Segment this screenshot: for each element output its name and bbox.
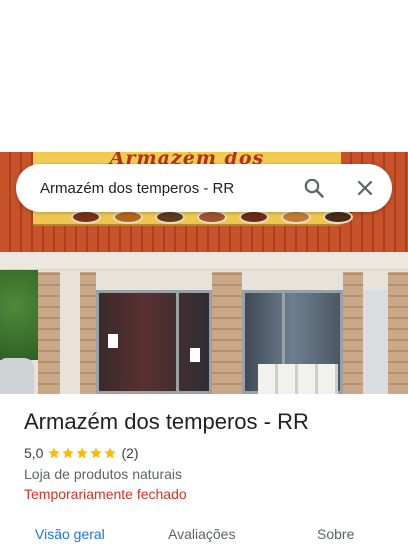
place-info-panel: Armazém dos temperos - RR 5,0 (2) Loja d… xyxy=(0,394,408,544)
photo-pillar xyxy=(388,272,408,394)
photo-plate xyxy=(239,210,269,224)
photo-car xyxy=(0,358,34,394)
photo-plate xyxy=(71,210,101,224)
search-icon[interactable] xyxy=(302,176,326,200)
photo-plate xyxy=(281,210,311,224)
star-icon xyxy=(90,447,103,459)
photo-pillar xyxy=(80,272,96,394)
star-icon xyxy=(62,447,75,459)
rating-value: 5,0 xyxy=(24,445,44,461)
photo-plate xyxy=(323,210,353,224)
photo-plate xyxy=(155,210,185,224)
star-icon xyxy=(48,447,61,459)
tab-reviews[interactable]: Avaliações xyxy=(168,525,235,543)
close-icon[interactable] xyxy=(353,176,377,200)
photo-tree xyxy=(0,270,38,360)
photo-plate xyxy=(113,210,143,224)
star-icon xyxy=(104,447,117,459)
photo-notice xyxy=(108,334,118,348)
photo-pillar xyxy=(343,272,363,394)
photo-sign-plates xyxy=(71,210,371,226)
photo-door-frame xyxy=(176,290,179,394)
photo-pillar xyxy=(212,272,242,394)
photo-lintel xyxy=(0,252,408,272)
place-status: Temporariamente fechado xyxy=(24,486,187,502)
photo-pillar xyxy=(38,272,60,394)
photo-sacks xyxy=(258,364,338,394)
rating-row[interactable]: 5,0 (2) xyxy=(24,444,139,462)
top-blank-area xyxy=(0,0,408,152)
review-count[interactable]: (2) xyxy=(121,445,138,461)
rating-stars xyxy=(47,446,117,460)
photo-plate xyxy=(197,210,227,224)
place-title: Armazém dos temperos - RR xyxy=(24,409,309,434)
tab-about[interactable]: Sobre xyxy=(317,525,354,543)
photo-side-door xyxy=(363,290,388,394)
star-icon xyxy=(76,447,89,459)
search-query[interactable]: Armazém dos temperos - RR xyxy=(40,179,300,199)
photo-notice xyxy=(190,348,200,362)
tab-overview[interactable]: Visão geral xyxy=(35,525,105,543)
place-category: Loja de produtos naturais xyxy=(24,466,182,482)
search-bar[interactable]: Armazém dos temperos - RR xyxy=(16,164,392,212)
